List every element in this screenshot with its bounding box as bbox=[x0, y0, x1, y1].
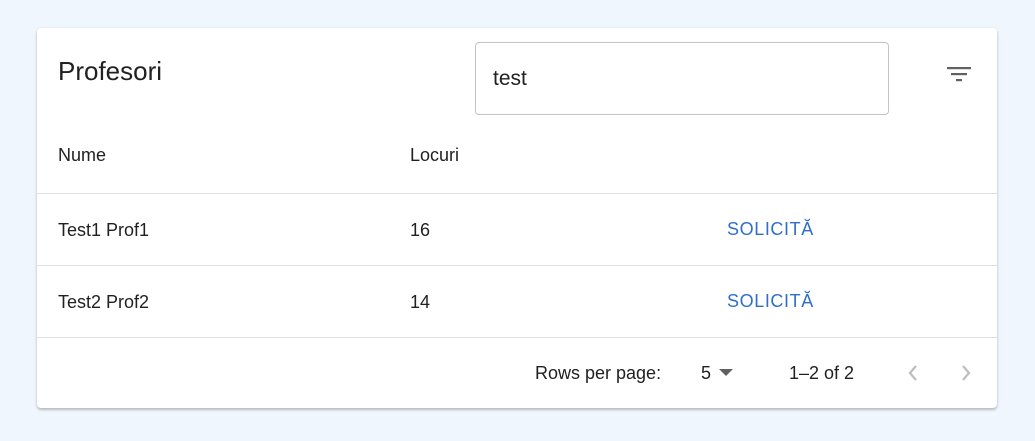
pagination-range: 1–2 of 2 bbox=[789, 363, 855, 383]
next-page-button[interactable] bbox=[951, 358, 981, 388]
teacher-seats: 16 bbox=[410, 220, 431, 240]
chevron-right-icon bbox=[962, 365, 971, 381]
previous-page-button[interactable] bbox=[898, 358, 928, 388]
arrow-drop-down-icon bbox=[719, 369, 734, 376]
filter-button[interactable] bbox=[939, 54, 979, 94]
table-row: Test2 Prof2 14 SOLICITĂ bbox=[37, 266, 997, 338]
search-input[interactable] bbox=[475, 42, 889, 115]
teacher-seats: 14 bbox=[410, 292, 431, 312]
table-pagination: Rows per page: 5 1–2 of 2 bbox=[37, 338, 997, 408]
column-header-name: Nume bbox=[58, 145, 107, 165]
teacher-name: Test2 Prof2 bbox=[58, 292, 150, 312]
table-header: Nume Locuri bbox=[37, 124, 997, 194]
request-button[interactable]: SOLICITĂ bbox=[727, 266, 814, 336]
rows-per-page-label: Rows per page: bbox=[535, 363, 662, 383]
table-row: Test1 Prof1 16 SOLICITĂ bbox=[37, 194, 997, 266]
teachers-card: Profesori Nume Locuri Test1 Prof1 16 SOL… bbox=[37, 28, 997, 408]
request-button[interactable]: SOLICITĂ bbox=[727, 194, 814, 264]
rows-per-page-value: 5 bbox=[701, 362, 712, 383]
rows-per-page-select[interactable]: 5 bbox=[701, 358, 734, 388]
chevron-left-icon bbox=[908, 365, 917, 381]
column-header-seats: Locuri bbox=[410, 145, 460, 165]
page-title: Profesori bbox=[58, 56, 163, 86]
teacher-name: Test1 Prof1 bbox=[58, 220, 150, 240]
filter-list-icon bbox=[947, 67, 971, 82]
